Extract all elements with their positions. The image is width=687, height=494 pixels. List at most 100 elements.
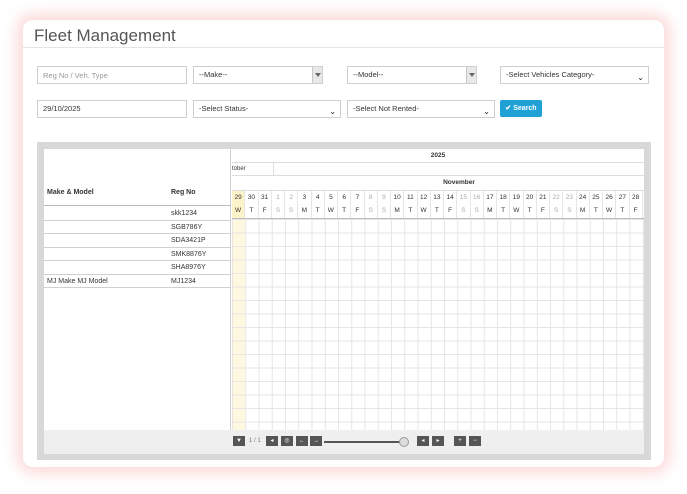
page-indicator: 1 / 1 bbox=[249, 438, 261, 444]
day-number: 14 bbox=[444, 191, 458, 205]
day-number: 11 bbox=[404, 191, 418, 205]
scroll-right-button[interactable]: → bbox=[310, 436, 322, 446]
not-rented-select[interactable]: -Select Not Rented- ⌄ bbox=[347, 100, 495, 118]
vehicle-row[interactable]: SDA3421P bbox=[44, 234, 231, 248]
today-button[interactable]: ◎ bbox=[281, 436, 293, 446]
day-number: 10 bbox=[391, 191, 405, 205]
weekday-letter: S bbox=[272, 204, 285, 218]
weekday-letter: S bbox=[563, 204, 577, 218]
zoom-in-button[interactable]: + bbox=[454, 436, 466, 446]
status-select[interactable]: -Select Status- ⌄ bbox=[193, 100, 341, 118]
make-select-value: --Make-- bbox=[199, 70, 228, 79]
gantt-body: Make & Model Reg No skk1234 SGB786Y SDA342… bbox=[44, 149, 644, 430]
move-left-button[interactable]: ◂ bbox=[417, 436, 429, 446]
model-select-value: --Model-- bbox=[353, 70, 384, 79]
checkmark-icon: ✔ bbox=[505, 105, 512, 112]
day-number: 1 bbox=[272, 191, 285, 205]
prev-page-button[interactable]: ◂ bbox=[266, 436, 278, 446]
vehicle-reg-no: SGB786Y bbox=[171, 223, 203, 231]
vehicle-row[interactable]: SGB786Y bbox=[44, 221, 231, 234]
weekday-letter: S bbox=[365, 204, 378, 218]
timeline-grid[interactable] bbox=[232, 219, 644, 430]
day-number: 18 bbox=[497, 191, 511, 205]
weekday-letter: M bbox=[298, 204, 312, 218]
vehicle-reg-no: SHA8976Y bbox=[171, 264, 206, 271]
reg-no-input[interactable] bbox=[37, 66, 187, 84]
day-number: 6 bbox=[338, 191, 352, 205]
vehicle-reg-no: SDA3421P bbox=[171, 237, 206, 244]
weekday-letter: T bbox=[497, 204, 511, 218]
chevron-down-icon: ⌄ bbox=[637, 73, 644, 82]
day-number: 2 bbox=[285, 191, 299, 205]
weekday-row: WTFSSMTWTFSSMTWTFSSMTWTFSSMTWTF bbox=[232, 204, 644, 219]
search-button-label: Search bbox=[513, 105, 537, 112]
day-number: 13 bbox=[431, 191, 444, 205]
make-model-header: Make & Model bbox=[47, 189, 94, 196]
timeline-panel: 2025 tober November 29 30 31 1 2 3 4 5 6 7 8 9 10 11 1… bbox=[232, 149, 644, 430]
day-number: 30 bbox=[245, 191, 259, 205]
weekday-letter: T bbox=[404, 204, 418, 218]
weekday-letter: W bbox=[232, 204, 246, 218]
weekday-letter: W bbox=[510, 204, 524, 218]
weekday-letter: F bbox=[259, 204, 272, 218]
weekday-letter: S bbox=[550, 204, 564, 218]
weekday-letter: M bbox=[391, 204, 405, 218]
weekday-letter: W bbox=[418, 204, 431, 218]
year-header: 2025 bbox=[232, 149, 644, 163]
dropdown-arrow-icon bbox=[312, 67, 322, 83]
vehicle-reg-no: skk1234 bbox=[171, 210, 198, 217]
day-number: 5 bbox=[325, 191, 338, 205]
vehicle-row[interactable]: SMK8876Y bbox=[44, 248, 231, 261]
day-number: 15 bbox=[457, 191, 471, 205]
weekday-letter: M bbox=[484, 204, 497, 218]
scroll-left-button[interactable]: ← bbox=[296, 436, 308, 446]
date-value: 29/10/2025 bbox=[43, 104, 81, 113]
day-number: 25 bbox=[590, 191, 603, 205]
zoom-slider-handle[interactable] bbox=[399, 437, 409, 447]
day-number: 29 bbox=[232, 191, 246, 205]
vehicle-row[interactable]: SHA8976Y bbox=[44, 261, 231, 275]
vehicle-row[interactable]: MJ Make MJ Model MJ1234 bbox=[44, 275, 231, 288]
vehicle-category-value: -Select Vehicles Category- bbox=[506, 70, 595, 79]
day-number: 23 bbox=[563, 191, 577, 205]
vehicle-reg-no: SMK8876Y bbox=[171, 250, 207, 258]
make-select[interactable]: --Make-- bbox=[193, 66, 323, 84]
weekday-letter: M bbox=[577, 204, 590, 218]
weekday-letter: T bbox=[312, 204, 325, 218]
gantt-toolbar: ▼ 1 / 1 ◂ ◎ ← → ◂ ▸ + − bbox=[44, 430, 644, 454]
month-header-november: November bbox=[232, 176, 644, 190]
weekday-letter: F bbox=[444, 204, 458, 218]
model-select[interactable]: --Model-- bbox=[347, 66, 477, 84]
day-number: 28 bbox=[630, 191, 643, 205]
date-input[interactable]: 29/10/2025 bbox=[37, 100, 187, 118]
vehicle-make-model: MJ Make MJ Model bbox=[47, 277, 108, 285]
zoom-slider[interactable] bbox=[324, 441, 406, 443]
day-number: 21 bbox=[537, 191, 550, 205]
day-number-row: 29 30 31 1 2 3 4 5 6 7 8 9 10 11 12 13 14 15 16 17 18 19 20 21 2… bbox=[232, 190, 644, 205]
move-right-button[interactable]: ▸ bbox=[432, 436, 444, 446]
day-number: 4 bbox=[312, 191, 325, 205]
year-label: 2025 bbox=[430, 152, 446, 159]
zoom-out-button[interactable]: − bbox=[469, 436, 481, 446]
weekday-letter: T bbox=[338, 204, 352, 218]
day-number: 12 bbox=[418, 191, 431, 205]
reg-no-header: Reg No bbox=[171, 189, 196, 196]
weekday-letter: T bbox=[431, 204, 444, 218]
weekday-letter: T bbox=[245, 204, 259, 218]
weekday-letter: S bbox=[457, 204, 471, 218]
vehicle-list-header: Make & Model Reg No bbox=[44, 149, 231, 206]
weekday-letter: T bbox=[524, 204, 537, 218]
weekday-letter: F bbox=[351, 204, 365, 218]
chevron-down-icon: ⌄ bbox=[329, 107, 336, 116]
month-label-october: tober bbox=[232, 163, 274, 176]
vehicle-row[interactable]: skk1234 bbox=[44, 207, 231, 221]
day-number: 9 bbox=[378, 191, 391, 205]
filter-icon[interactable]: ▼ bbox=[233, 436, 245, 446]
vehicle-category-select[interactable]: -Select Vehicles Category- ⌄ bbox=[500, 66, 649, 84]
search-button[interactable]: ✔ Search bbox=[500, 100, 542, 117]
weekday-letter: T bbox=[616, 204, 630, 218]
day-number: 22 bbox=[550, 191, 564, 205]
weekday-letter: W bbox=[603, 204, 617, 218]
fleet-management-card: Fleet Management --Make-- --Model-- -Sel… bbox=[23, 20, 664, 467]
day-number: 26 bbox=[603, 191, 617, 205]
